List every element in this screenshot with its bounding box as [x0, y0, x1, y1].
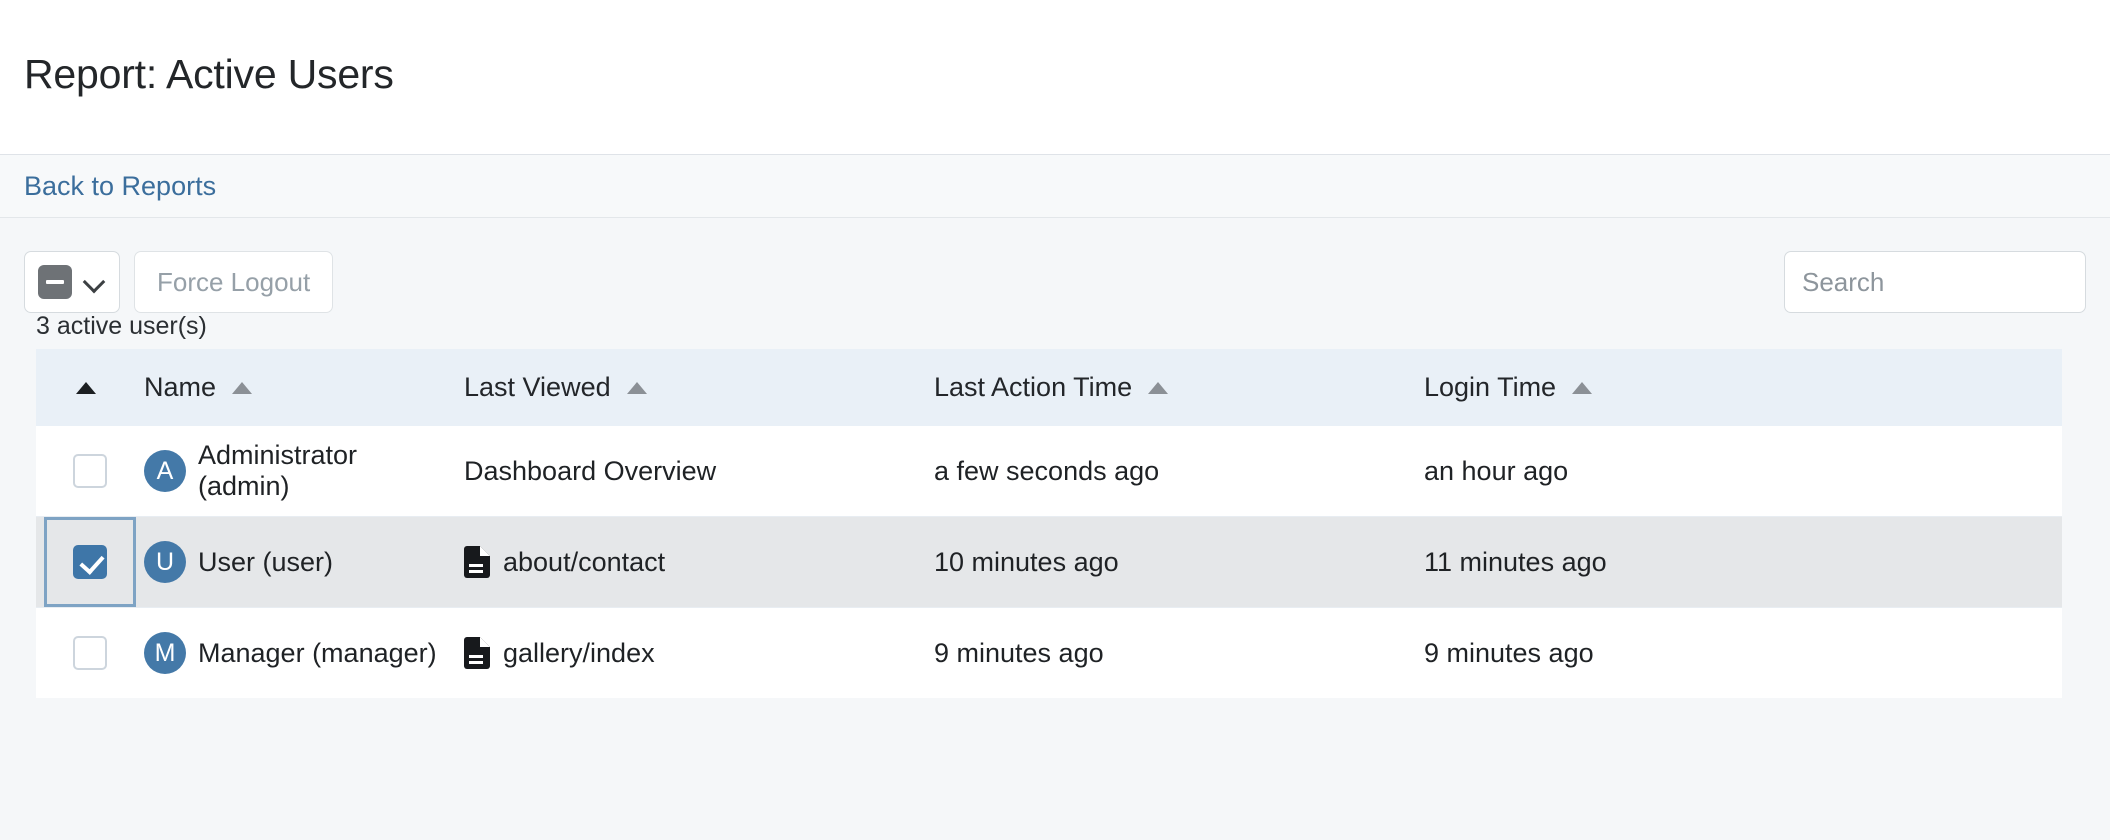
table-row[interactable]: M Manager (manager) gallery/index 9 minu…: [36, 607, 2062, 698]
row-checkbox[interactable]: [73, 545, 107, 579]
column-header-select[interactable]: [36, 349, 136, 426]
row-name-label: Manager (manager): [198, 637, 437, 668]
row-last-action-time-cell: a few seconds ago: [934, 455, 1160, 486]
column-header-login-time-label: Login Time: [1424, 372, 1557, 402]
sort-ascending-icon[interactable]: [76, 381, 96, 394]
chevron-down-icon: [84, 271, 106, 293]
page-title: Report: Active Users: [24, 50, 394, 97]
row-select-cell[interactable]: [36, 516, 136, 608]
search-input[interactable]: [1784, 251, 2086, 313]
sort-ascending-icon[interactable]: [1572, 381, 1593, 394]
row-select-cell[interactable]: [36, 426, 136, 517]
avatar: U: [144, 541, 186, 583]
row-name-label: User (user): [198, 546, 334, 577]
table-row[interactable]: A Administrator (admin) Dashboard Overvi…: [36, 426, 2062, 517]
row-login-time-cell: 11 minutes ago: [1416, 516, 2062, 608]
active-user-count: 3 active user(s): [36, 312, 207, 340]
row-last-viewed-label: gallery/index: [503, 637, 655, 668]
row-checkbox[interactable]: [73, 636, 107, 670]
back-to-reports-link[interactable]: Back to Reports: [24, 172, 216, 200]
table-header-row: Name Last Viewed Last Action Time Login …: [36, 349, 2062, 426]
breadcrumb-bar: Back to Reports: [0, 155, 2110, 218]
column-header-name-label: Name: [144, 372, 217, 402]
row-name-label: Administrator (admin): [198, 440, 358, 501]
column-header-last-action-time[interactable]: Last Action Time: [926, 349, 1416, 426]
avatar: M: [144, 632, 186, 674]
indeterminate-checkbox-icon: [38, 265, 72, 299]
table-row[interactable]: U User (user) about/contact 10 minutes a…: [36, 516, 2062, 608]
row-last-action-time-cell: 10 minutes ago: [926, 516, 1416, 608]
row-last-viewed-cell: Dashboard Overview: [456, 426, 926, 517]
document-icon: [464, 546, 490, 578]
document-icon: [464, 637, 490, 669]
row-last-viewed-label: Dashboard Overview: [464, 455, 717, 486]
column-header-last-viewed-label: Last Viewed: [464, 372, 611, 402]
main-content: Force Logout 3 active user(s): [0, 218, 2110, 840]
row-login-time-cell: 9 minutes ago: [1416, 607, 2062, 698]
page-header: Report: Active Users: [0, 0, 2110, 155]
row-last-viewed-label: about/contact: [503, 546, 666, 577]
table-head: Name Last Viewed Last Action Time Login …: [36, 349, 2062, 426]
row-name-cell: U User (user): [136, 516, 456, 608]
select-all-dropdown-button[interactable]: [24, 251, 120, 313]
table-body: A Administrator (admin) Dashboard Overvi…: [36, 426, 2062, 698]
active-users-table: Name Last Viewed Last Action Time Login …: [36, 349, 2062, 698]
row-name-cell: M Manager (manager): [136, 607, 456, 698]
row-name-cell: A Administrator (admin): [136, 426, 456, 517]
users-table-container: Name Last Viewed Last Action Time Login …: [36, 349, 2062, 698]
row-last-action-time-cell: 9 minutes ago: [926, 607, 1416, 698]
avatar: A: [144, 450, 186, 492]
row-login-time-cell: an hour ago: [1424, 455, 1569, 486]
sort-ascending-icon[interactable]: [626, 381, 647, 394]
table-toolbar: Force Logout: [24, 218, 2086, 314]
column-header-login-time[interactable]: Login Time: [1416, 349, 2062, 426]
row-checkbox[interactable]: [73, 454, 107, 488]
sort-ascending-icon[interactable]: [1148, 381, 1169, 394]
column-header-last-viewed[interactable]: Last Viewed: [456, 349, 926, 426]
column-header-last-action-time-label: Last Action Time: [934, 372, 1133, 402]
row-select-cell[interactable]: [36, 607, 136, 698]
search-container: [1784, 251, 2086, 313]
row-last-viewed-cell: about/contact: [456, 516, 926, 608]
force-logout-button[interactable]: Force Logout: [134, 251, 334, 313]
row-last-viewed-cell: gallery/index: [456, 607, 926, 698]
sort-ascending-icon[interactable]: [232, 381, 253, 394]
column-header-name[interactable]: Name: [136, 349, 456, 426]
